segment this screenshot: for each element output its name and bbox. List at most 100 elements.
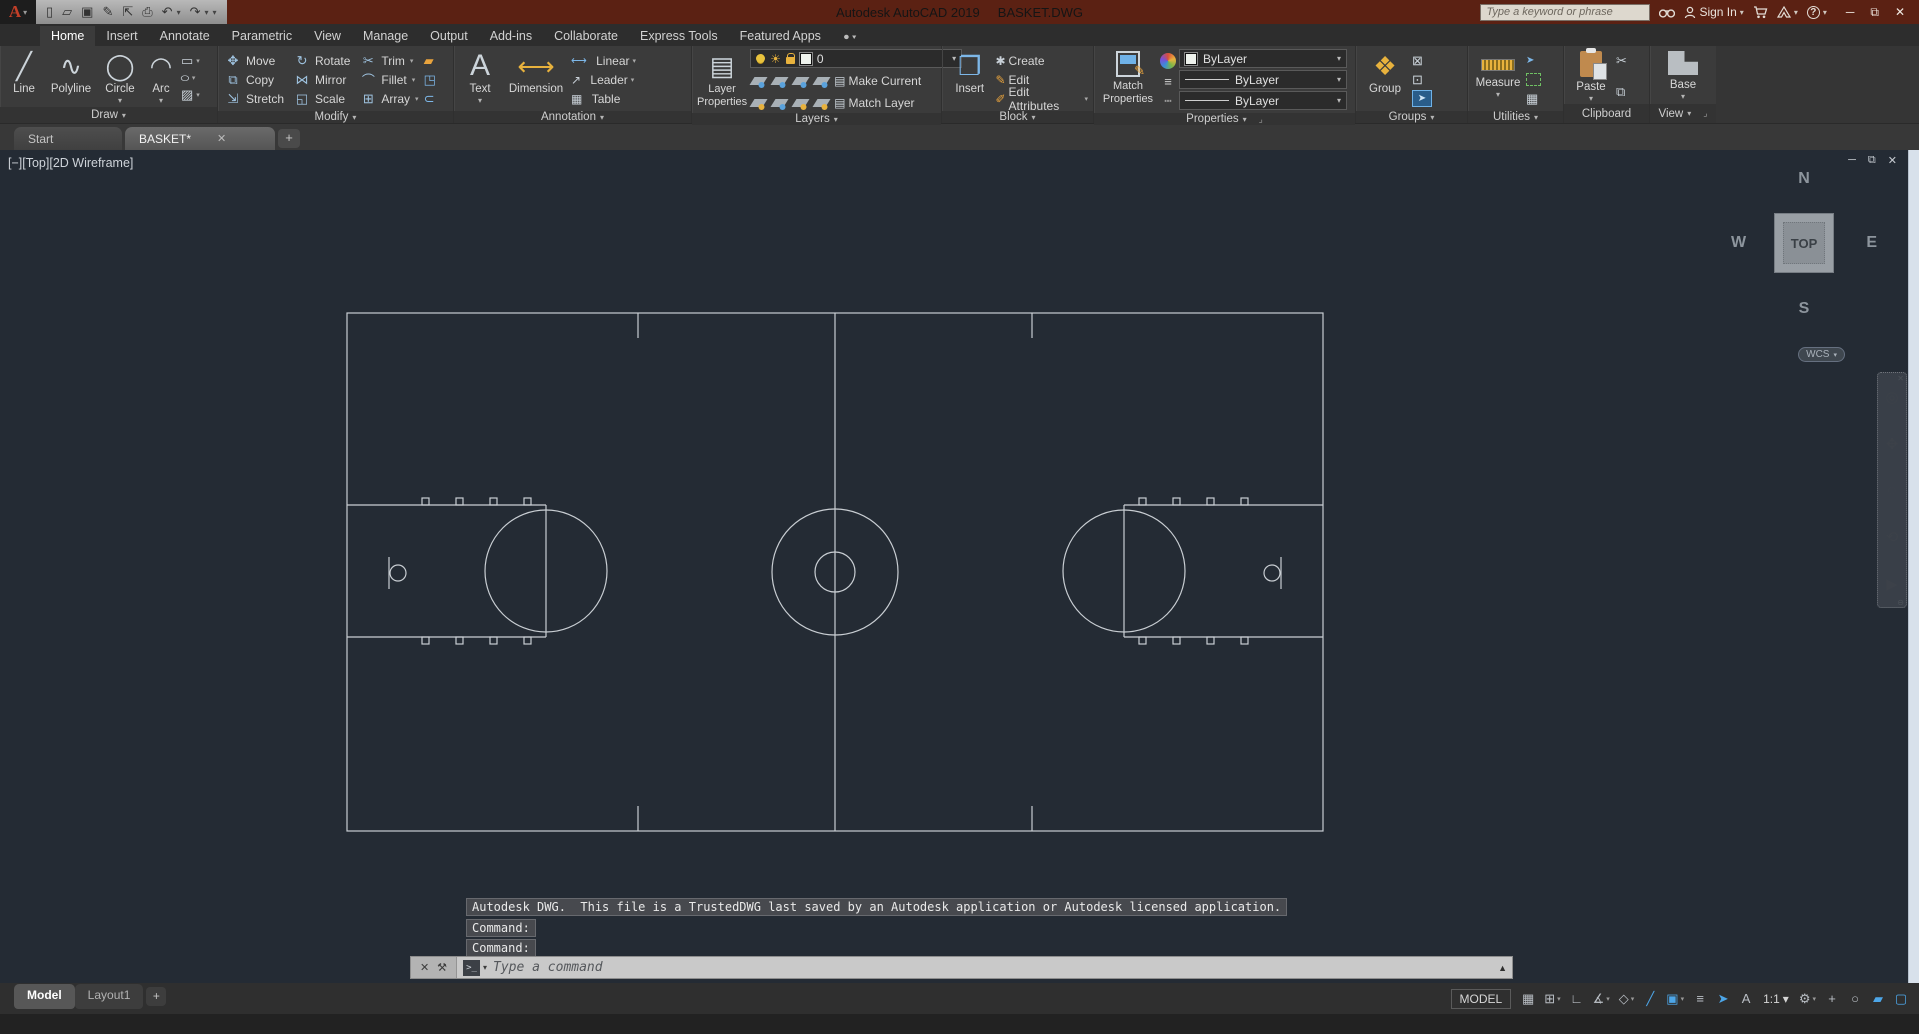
- sign-in-button[interactable]: Sign In ▾: [1684, 5, 1744, 19]
- hatch-button[interactable]: ▨ ▾: [181, 86, 200, 103]
- group-selection-toggle[interactable]: ➤: [1412, 90, 1432, 107]
- layer-unlock-all-icon[interactable]: [812, 98, 831, 110]
- viewcube-west[interactable]: W: [1731, 234, 1746, 252]
- trim-button[interactable]: ✂ Trim ▾: [360, 51, 418, 70]
- export-icon[interactable]: ⇱: [122, 4, 133, 20]
- offset-button[interactable]: ⊂: [424, 90, 436, 107]
- viewport-restore-icon[interactable]: ⧉: [1868, 154, 1876, 167]
- explode-button[interactable]: ◳: [424, 71, 436, 88]
- save-icon[interactable]: ▣: [81, 4, 93, 20]
- tab-express-tools[interactable]: Express Tools: [629, 26, 729, 46]
- point-style-button[interactable]: [1526, 71, 1541, 88]
- new-file-icon[interactable]: ▯: [46, 4, 53, 20]
- rotate-button[interactable]: ↻ Rotate: [294, 51, 351, 70]
- annotation-visibility-toggle[interactable]: A: [1736, 988, 1756, 1010]
- arc-dropdown-icon[interactable]: ▾: [159, 96, 163, 105]
- navbar-customize-icon[interactable]: ⊖: [1897, 598, 1904, 607]
- navigation-wheel-icon[interactable]: ◎: [1885, 388, 1898, 406]
- osnap-tracking-toggle[interactable]: ╱: [1640, 988, 1660, 1010]
- match-properties-button[interactable]: ✎ Match Properties: [1099, 49, 1157, 112]
- line-button[interactable]: ╱ Line: [5, 49, 43, 106]
- viewcube-north[interactable]: N: [1798, 170, 1810, 188]
- layer-turn-on-icon[interactable]: [749, 98, 768, 110]
- model-space-button[interactable]: MODEL: [1450, 988, 1512, 1009]
- tab-addins[interactable]: Add-ins: [479, 26, 543, 46]
- search-binoculars-icon[interactable]: [1659, 7, 1676, 18]
- array-button[interactable]: ⊞ Array ▾: [360, 89, 419, 108]
- panel-label-modify[interactable]: Modify ▾: [218, 111, 453, 123]
- undo-dropdown-icon[interactable]: ▾: [177, 8, 181, 17]
- layer-lock-icon[interactable]: [812, 76, 831, 88]
- command-input[interactable]: [493, 960, 1499, 975]
- arc-button[interactable]: ◠ Arc ▾: [144, 49, 178, 106]
- graphics-performance-toggle[interactable]: ▰: [1868, 988, 1888, 1010]
- layer-thaw-all-icon[interactable]: [791, 98, 810, 110]
- command-customize-icon[interactable]: ⚒: [437, 961, 447, 974]
- redo-dropdown-icon[interactable]: ▾: [205, 8, 209, 17]
- recent-commands-icon[interactable]: ▾: [483, 963, 487, 972]
- mirror-button[interactable]: ⋈ Mirror: [294, 70, 350, 89]
- viewcube-top-face[interactable]: TOP: [1774, 213, 1834, 273]
- measure-dropdown-icon[interactable]: ▾: [1496, 90, 1500, 99]
- snap-mode-toggle[interactable]: ⊞ ▾: [1541, 988, 1563, 1010]
- autodesk-account-icon[interactable]: ▾: [1776, 6, 1798, 18]
- group-edit-button[interactable]: ⊡: [1412, 71, 1432, 88]
- cut-button[interactable]: ✂: [1616, 52, 1627, 69]
- tab-output[interactable]: Output: [419, 26, 479, 46]
- linetype-list-icon[interactable]: ┅: [1164, 94, 1171, 108]
- application-menu-button[interactable]: A ▾: [0, 0, 36, 24]
- qat-customize-icon[interactable]: ▾: [213, 8, 217, 17]
- fillet-button[interactable]: ⌒ Fillet ▾: [360, 70, 418, 89]
- circle-dropdown-icon[interactable]: ▾: [118, 96, 122, 105]
- file-tab-basket[interactable]: BASKET* ✕: [125, 127, 275, 150]
- text-button[interactable]: A Text ▾: [459, 49, 501, 110]
- ungroup-button[interactable]: ⊠: [1412, 52, 1432, 69]
- new-layout-button[interactable]: +: [146, 987, 167, 1006]
- properties-expand-icon[interactable]: ⌟: [1259, 114, 1263, 125]
- minimize-button[interactable]: ─: [1846, 5, 1855, 19]
- ellipse-button[interactable]: ○ ▾: [179, 69, 200, 86]
- close-button[interactable]: ✕: [1895, 5, 1905, 19]
- lineweight-list-icon[interactable]: ≡: [1164, 74, 1172, 89]
- orbit-icon[interactable]: ⟲: [1886, 528, 1899, 546]
- layer-select-dropdown[interactable]: ☀ 0 ▾: [750, 49, 963, 68]
- model-tab[interactable]: Model: [14, 984, 75, 1009]
- viewport-close-icon[interactable]: ✕: [1888, 154, 1897, 167]
- ortho-toggle[interactable]: ∟: [1567, 988, 1587, 1010]
- dimension-button[interactable]: ⟷ Dimension: [504, 49, 568, 110]
- grid-display-toggle[interactable]: ▦: [1518, 988, 1538, 1010]
- tab-view[interactable]: View: [303, 26, 352, 46]
- base-button[interactable]: Base ▾: [1660, 49, 1706, 103]
- color-wheel-icon[interactable]: [1160, 53, 1176, 69]
- quick-calculator-button[interactable]: ▦: [1526, 90, 1541, 107]
- close-tab-icon[interactable]: ✕: [217, 132, 226, 145]
- copy-clip-button[interactable]: ⧉: [1616, 83, 1627, 100]
- table-button[interactable]: ▦ Table: [571, 90, 636, 107]
- move-button[interactable]: ✥ Move: [225, 51, 284, 70]
- annotation-scale-button[interactable]: 1:1 ▾: [1759, 992, 1793, 1006]
- tab-featured-apps[interactable]: Featured Apps: [729, 26, 832, 46]
- stretch-button[interactable]: ⇲ Stretch: [225, 89, 284, 108]
- quick-select-button[interactable]: ➤: [1526, 52, 1541, 69]
- polyline-button[interactable]: ∿ Polyline: [46, 49, 96, 106]
- app-store-cart-icon[interactable]: [1753, 5, 1768, 19]
- panel-label-properties[interactable]: Properties ▾ ⌟: [1094, 113, 1355, 125]
- rectangle-button[interactable]: ▭ ▾: [181, 52, 200, 69]
- viewport-minimize-icon[interactable]: ─: [1848, 154, 1856, 167]
- isolate-objects-button[interactable]: ○: [1845, 988, 1865, 1010]
- wcs-dropdown[interactable]: WCS ▾: [1798, 347, 1845, 362]
- selection-cycling-toggle[interactable]: ➤: [1713, 988, 1733, 1010]
- navigation-bar[interactable]: ✕ ◎ ✥ ◌ ⟲ ▶ ⊖: [1877, 372, 1907, 608]
- viewport-controls-label[interactable]: [−][Top][2D Wireframe]: [8, 156, 133, 170]
- redo-icon[interactable]: ↷: [190, 4, 201, 20]
- zoom-extents-icon[interactable]: ◌: [1888, 482, 1897, 499]
- make-current-button[interactable]: ▤ Make Current: [834, 72, 921, 89]
- ribbon-display-toggle-icon[interactable]: ⏺ ▾: [838, 29, 863, 46]
- panel-label-view[interactable]: View ▾ ⌟: [1650, 104, 1716, 123]
- command-line-bar[interactable]: ✕ ⚒ >_ ▾ ▲: [410, 956, 1513, 979]
- object-color-dropdown[interactable]: ByLayer ▾: [1179, 49, 1347, 68]
- panel-label-block[interactable]: Block ▾: [942, 111, 1093, 123]
- object-snap-toggle[interactable]: ▣ ▾: [1663, 988, 1687, 1010]
- open-file-icon[interactable]: ▱: [62, 4, 72, 20]
- panel-label-annotation[interactable]: Annotation ▾: [454, 111, 691, 123]
